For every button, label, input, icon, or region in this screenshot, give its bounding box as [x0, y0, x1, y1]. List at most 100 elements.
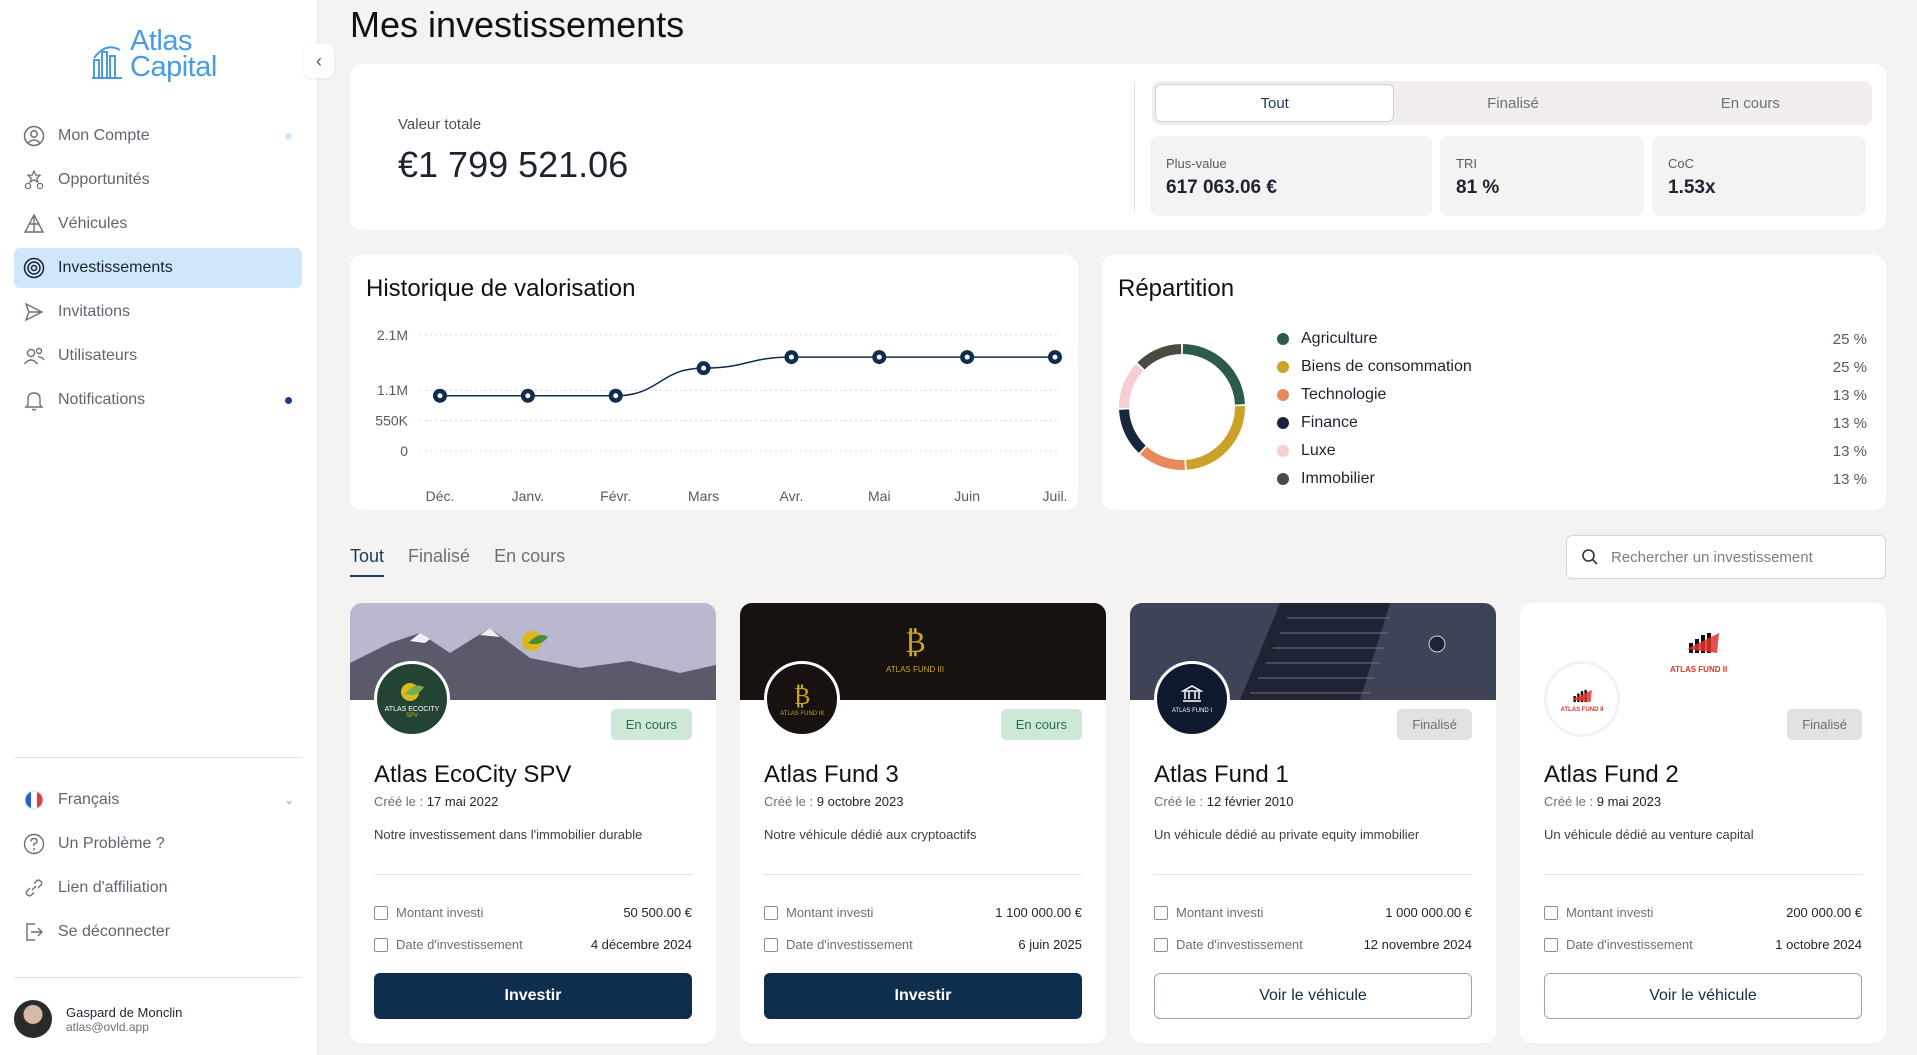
brand-name-line2: Capital	[130, 51, 217, 83]
sidebar-item-utilisateurs[interactable]: Utilisateurs	[14, 336, 302, 376]
total-value-label: Valeur totale	[398, 116, 482, 133]
summary-filter-finalise[interactable]: Finalisé	[1394, 84, 1631, 122]
tab-en-cours[interactable]: En cours	[494, 546, 565, 577]
fund-logo-text: ATLAS FUND II	[1560, 707, 1604, 713]
invest-button[interactable]: Investir	[374, 973, 692, 1019]
date-row: Date d'investissement 12 novembre 2024	[1154, 937, 1472, 952]
search-input[interactable]	[1611, 548, 1861, 566]
donut-slice	[1185, 405, 1245, 470]
sidebar-item-notifications[interactable]: Notifications	[14, 380, 302, 420]
data-point-center	[964, 354, 970, 360]
bitcoin-icon: ₿	[905, 625, 926, 660]
amount-row: Montant investi 1 100 000.00 €	[764, 905, 1082, 920]
notification-dot	[285, 133, 292, 140]
user-profile[interactable]: Gaspard de Monclin atlas@ovld.app	[14, 1000, 182, 1038]
history-card: Historique de valorisation 2.1M 1.1M 550K 0…	[350, 255, 1078, 510]
kpi-value: 81 %	[1456, 177, 1500, 198]
page-title: Mes investissements	[350, 4, 685, 45]
kpi-label: CoC	[1668, 156, 1695, 171]
sidebar-item-investissements[interactable]: Investissements	[14, 248, 302, 288]
legend-item: Technologie 13 %	[1277, 381, 1867, 409]
collapse-sidebar-button[interactable]: ‹	[304, 44, 334, 78]
legend-pct: 13 %	[1832, 386, 1867, 404]
date-label: Date d'investissement	[1566, 937, 1693, 952]
summary-filter-tout[interactable]: Tout	[1155, 84, 1395, 122]
sidebar-item-opportunites[interactable]: Opportunités	[14, 160, 302, 200]
sidebar-item-invitations[interactable]: Invitations	[14, 292, 302, 332]
calendar-icon	[764, 937, 778, 952]
brand-logo[interactable]: Atlas Capital	[90, 27, 217, 83]
chart-logo-icon	[1572, 689, 1592, 703]
created-label: Créé le :	[1544, 794, 1594, 809]
tab-finalise[interactable]: Finalisé	[408, 546, 470, 577]
fund-card-ecocity: ATLAS ECOCITY SPV En cours Atlas EcoCity…	[350, 603, 716, 1043]
sidebar-item-mon-compte[interactable]: Mon Compte	[14, 116, 302, 156]
legend-pct: 25 %	[1832, 358, 1867, 376]
fund-description: Notre investissement dans l'immobilier d…	[374, 827, 643, 842]
view-vehicle-button[interactable]: Voir le véhicule	[1544, 973, 1862, 1019]
legend-dot	[1277, 361, 1289, 373]
date-value: 6 juin 2025	[1018, 937, 1082, 952]
avatar	[14, 1000, 52, 1038]
repartition-card: Répartition Agriculture 25 % Biens de con…	[1102, 255, 1886, 510]
tab-tout[interactable]: Tout	[350, 546, 385, 577]
donut-slice	[1119, 409, 1146, 453]
amount-label: Montant investi	[1176, 905, 1264, 920]
cash-icon	[374, 905, 388, 920]
date-value: 4 décembre 2024	[590, 937, 692, 952]
kpi-label: TRI	[1456, 156, 1477, 171]
donut-slice	[1182, 344, 1245, 405]
legend-label: Biens de consommation	[1301, 358, 1472, 375]
sidebar-item-affiliation[interactable]: Lien d'affiliation	[14, 868, 302, 908]
kpi-value: 617 063.06 €	[1166, 177, 1277, 198]
fund-card-fund-2: ATLAS FUND II ATLAS FUND II Finalisé Atl…	[1520, 603, 1886, 1043]
send-icon	[22, 300, 46, 324]
fund-created: Créé le : 9 mai 2023	[1544, 794, 1661, 809]
y-tick-label: 1.1M	[377, 382, 408, 398]
sidebar-divider	[14, 977, 302, 978]
sidebar-divider	[14, 757, 302, 758]
chevron-left-icon: ‹	[316, 50, 322, 71]
legend-dot	[1277, 417, 1289, 429]
view-vehicle-button[interactable]: Voir le véhicule	[1154, 973, 1472, 1019]
sidebar-item-label: Utilisateurs	[58, 347, 138, 364]
legend-item: Agriculture 25 %	[1277, 325, 1867, 353]
search-box[interactable]	[1566, 535, 1886, 579]
chevron-down-icon: ⌄	[283, 793, 294, 807]
fund-name: Atlas Fund 3	[764, 761, 899, 788]
chart-logo-icon	[1687, 633, 1719, 653]
invest-button[interactable]: Investir	[764, 973, 1082, 1019]
status-badge: Finalisé	[1397, 709, 1472, 740]
sidebar-item-probleme[interactable]: Un Problème ?	[14, 824, 302, 864]
legend-pct: 13 %	[1832, 470, 1867, 488]
fund-logo: ATLAS ECOCITY SPV	[374, 661, 450, 737]
legend-pct: 13 %	[1832, 442, 1867, 460]
data-point-center	[1052, 354, 1058, 360]
date-label: Date d'investissement	[396, 937, 523, 952]
repartition-donut-chart	[1119, 344, 1245, 470]
sidebar-item-vehicules[interactable]: Véhicules	[14, 204, 302, 244]
banner-text: ATLAS FUND III	[886, 665, 945, 674]
sidebar-item-label: Investissements	[58, 259, 173, 276]
legend-dot	[1277, 445, 1289, 457]
amount-row: Montant investi 200 000.00 €	[1544, 905, 1862, 920]
data-point-center	[525, 393, 531, 399]
legend-item: Immobilier 13 %	[1277, 465, 1867, 493]
sidebar-item-label: Mon Compte	[58, 127, 150, 144]
language-select[interactable]: Français ⌄	[14, 780, 302, 820]
main-content: Mes investissements Valeur totale €1 799…	[350, 0, 1886, 1055]
donut-slice	[1137, 344, 1182, 370]
summary-filter-en-cours[interactable]: En cours	[1632, 84, 1869, 122]
logout-button[interactable]: Se déconnecter	[14, 912, 302, 952]
language-label: Français	[58, 791, 120, 808]
legend-item: Biens de consommation 25 %	[1277, 353, 1867, 381]
target-icon	[22, 256, 46, 280]
legend-label: Finance	[1301, 414, 1358, 431]
date-label: Date d'investissement	[1176, 937, 1303, 952]
amount-value: 50 500.00 €	[623, 905, 692, 920]
amount-row: Montant investi 1 000 000.00 €	[1154, 905, 1472, 920]
amount-row: Montant investi 50 500.00 €	[374, 905, 692, 920]
kpi-label: Plus-value	[1166, 156, 1227, 171]
calendar-icon	[374, 937, 388, 952]
fund-logo-text: ATLAS FUND I	[1171, 708, 1213, 714]
